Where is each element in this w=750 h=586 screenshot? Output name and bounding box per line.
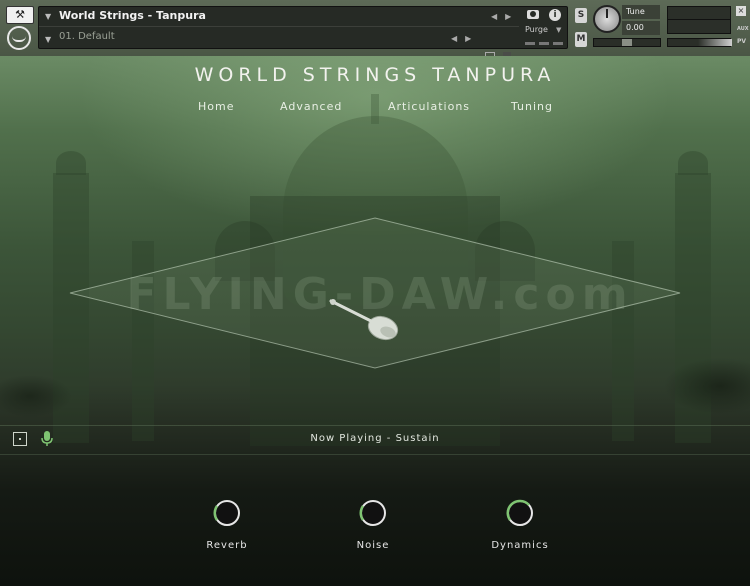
now-playing-label: Now Playing - Sustain [310,433,440,444]
tune-knob[interactable] [593,5,621,33]
mem-meter-2 [539,42,549,45]
instrument-header: ⚒ ▼ World Strings - Tanpura ◀▶ ▼ 01. Def… [0,0,750,62]
pv-button[interactable]: PV [737,38,746,45]
reverb-label: Reverb [206,540,248,551]
purge-menu[interactable]: Purge [525,25,548,34]
dynamics-knob[interactable] [504,497,536,529]
noise-control: Noise [333,497,413,551]
solo-button[interactable]: S [575,8,587,23]
preset-row: ▼ 01. Default ◀▶ [39,27,519,62]
preset-name[interactable]: 01. Default [59,31,115,42]
preset-menu-caret-icon[interactable]: ▼ [45,35,51,44]
tune-label: Tune [622,5,660,19]
output-meter [667,6,731,34]
noise-knob[interactable] [357,497,389,529]
kontakt-logo-icon[interactable] [7,26,31,50]
instrument-panel: WORLD STRINGS TANPURA Home Advanced Arti… [0,56,750,586]
reverb-knob[interactable] [211,497,243,529]
dynamics-control: Dynamics [480,497,560,551]
instrument-name-row: ▼ World Strings - Tanpura ◀▶ [39,7,519,27]
pan-slider[interactable] [593,38,661,47]
instrument-nav-arrows-icon[interactable]: ◀▶ [491,12,519,21]
purge-caret-icon[interactable]: ▼ [556,26,561,34]
dynamics-label: Dynamics [491,540,549,551]
preset-nav-arrows-icon[interactable]: ◀▶ [451,34,479,43]
reverb-control: Reverb [187,497,267,551]
instrument-menu-caret-icon[interactable]: ▼ [45,12,51,21]
info-icon[interactable]: i [549,9,561,21]
volume-slider[interactable] [667,38,732,47]
aux-button[interactable]: AUX [737,26,749,32]
wrench-icon[interactable]: ⚒ [6,6,34,24]
camera-icon[interactable] [527,10,539,19]
mem-meter-1 [525,42,535,45]
tune-value[interactable]: 0.00 [622,21,660,35]
xy-pad-surface[interactable] [69,217,681,369]
status-bar: Now Playing - Sustain [0,425,750,455]
mem-meter-3 [553,42,563,45]
instrument-name[interactable]: World Strings - Tanpura [59,9,206,22]
mute-button[interactable]: M [575,32,587,47]
xy-pad[interactable] [0,56,750,396]
instrument-info-box: ▼ World Strings - Tanpura ◀▶ ▼ 01. Defau… [38,6,568,62]
close-icon[interactable]: × [736,6,746,16]
noise-label: Noise [356,540,390,551]
